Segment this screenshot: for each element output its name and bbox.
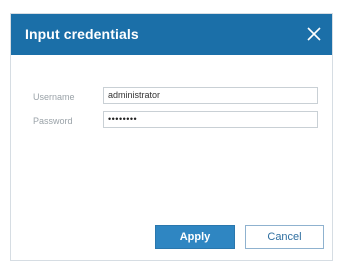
username-label: Username: [33, 92, 75, 102]
close-icon[interactable]: [304, 24, 324, 44]
apply-button[interactable]: Apply: [155, 225, 235, 249]
cancel-button[interactable]: Cancel: [245, 225, 324, 249]
password-label: Password: [33, 116, 73, 126]
dialog-title: Input credentials: [25, 26, 139, 42]
credentials-dialog: Input credentials Username administrator…: [10, 13, 333, 261]
password-input[interactable]: ••••••••: [103, 111, 318, 128]
username-input[interactable]: administrator: [103, 87, 318, 104]
dialog-titlebar: Input credentials: [11, 14, 332, 55]
